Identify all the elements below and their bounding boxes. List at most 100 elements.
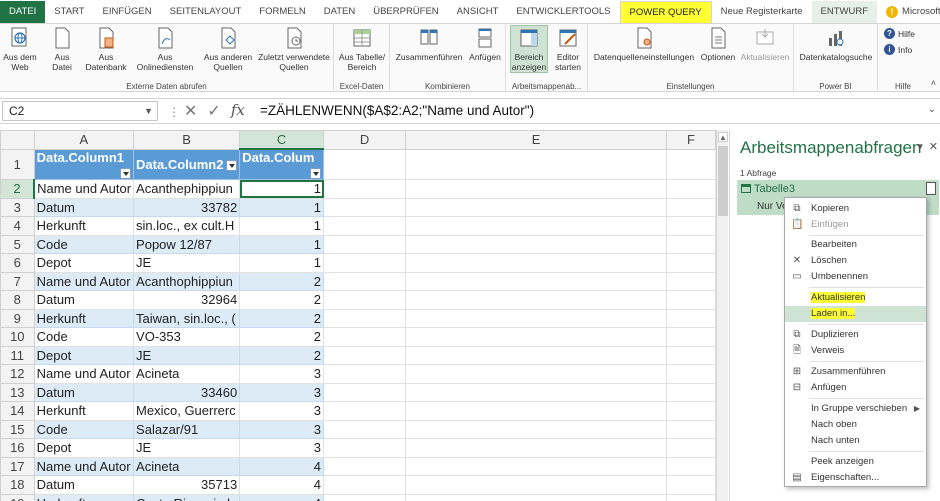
cell-c[interactable]: 2 [239,271,324,291]
cell[interactable] [405,179,667,199]
cell-b[interactable]: 33782 [133,197,241,217]
tab-start[interactable]: START [45,1,93,23]
scroll-up-icon[interactable]: ▲ [718,132,728,142]
row-header[interactable]: 5 [0,234,35,254]
column-header-f[interactable]: F [666,130,716,150]
cell-a[interactable]: Code [33,234,135,254]
cell-b[interactable]: VO-353 [133,327,241,347]
cell[interactable] [405,271,667,291]
cell[interactable] [322,271,407,291]
cell[interactable] [322,401,407,421]
merge-button[interactable]: Zusammenführen [394,26,464,62]
filter-dropdown-icon[interactable] [226,159,238,171]
menu-item-append[interactable]: ⊟ Anfügen [785,380,926,396]
cell[interactable] [405,401,667,421]
cell-a[interactable]: Name und Autor [33,271,135,291]
menu-item-copy[interactable]: ⧉ Kopieren [785,201,926,217]
cell-c[interactable]: 3 [239,382,324,402]
cell[interactable] [322,438,407,458]
options-button[interactable]: Optionen [696,26,740,62]
cell-c[interactable]: 4 [239,456,324,476]
menu-item-move-up[interactable]: Nach oben [785,417,926,433]
cell[interactable] [322,197,407,217]
cell-b[interactable]: Acineta [133,364,241,384]
cell-b[interactable]: Mexico, Guerrerc [133,401,241,421]
expand-formula-icon[interactable]: ⌄ [928,104,936,115]
cell[interactable] [405,364,667,384]
help-button[interactable]: ? Hilfe [884,28,915,39]
cell-c[interactable]: 2 [239,308,324,328]
cell-b[interactable]: 33460 [133,382,241,402]
cell[interactable] [405,456,667,476]
column-header-d[interactable]: D [322,130,407,150]
menu-item-move-to-group[interactable]: In Gruppe verschieben ▶ [785,401,926,417]
cell-c[interactable]: 3 [239,401,324,421]
from-database-button[interactable]: Aus Datenbank [80,26,132,72]
menu-item-rename[interactable]: ▭ Umbenennen [785,269,926,285]
cell[interactable] [666,308,716,328]
table-header-cell[interactable]: Data.Colum [239,148,324,180]
cell-a[interactable]: Datum [33,475,135,495]
menu-item-duplicate[interactable]: ⧉ Duplizieren [785,327,926,343]
cell-c[interactable]: 1 [239,197,324,217]
cell[interactable] [666,234,716,254]
tab-developer[interactable]: ENTWICKLERTOOLS [507,1,619,23]
worksheet-grid[interactable]: A B C D E F 1 Data.Column1 Data.Column2 … [0,130,716,501]
cell[interactable] [405,345,667,365]
select-all-corner[interactable] [0,130,35,150]
pane-options-icon[interactable]: ▾ [917,140,923,153]
menu-item-load-to[interactable]: Laden in... [785,306,926,322]
cell[interactable] [322,493,407,501]
scroll-thumb[interactable] [718,146,728,216]
from-file-button[interactable]: Aus Datei [44,26,80,72]
from-web-button[interactable]: Aus dem Web [2,26,38,72]
cell[interactable] [405,197,667,217]
cell-c[interactable]: 4 [239,493,324,501]
cell[interactable] [405,493,667,501]
cell-a[interactable]: Datum [33,290,135,310]
cell-a[interactable]: Datum [33,197,135,217]
menu-item-merge[interactable]: ⊞ Zusammenführen [785,364,926,380]
cell[interactable] [322,234,407,254]
cell-c[interactable]: 2 [239,327,324,347]
cell[interactable] [322,382,407,402]
cell[interactable] [666,148,716,180]
cell-b[interactable]: Taiwan, sin.loc., ( [133,308,241,328]
row-header[interactable]: 9 [0,308,35,328]
cell-c[interactable]: 3 [239,438,324,458]
show-pane-button[interactable]: Bereich anzeigen [510,25,548,73]
cell-c[interactable]: 2 [239,290,324,310]
cell-c[interactable]: 3 [239,419,324,439]
row-header[interactable]: 12 [0,364,35,384]
info-button[interactable]: i Info [884,44,912,55]
row-header[interactable]: 14 [0,401,35,421]
cell-b[interactable]: 32964 [133,290,241,310]
data-catalog-search-button[interactable]: Datenkatalogsuche [796,26,876,62]
cell[interactable] [666,253,716,273]
tab-page-layout[interactable]: SEITENLAYOUT [161,1,251,23]
cell[interactable] [405,475,667,495]
active-cell[interactable]: 1 [239,179,324,199]
cell-a[interactable]: Code [33,419,135,439]
insert-function-icon[interactable]: fx [231,101,245,121]
formula-input[interactable]: =ZÄHLENWENN($A$2:A2;"Name und Autor") [260,103,534,118]
cell-a[interactable]: Name und Autor [33,179,135,199]
cell[interactable] [322,419,407,439]
cell[interactable] [666,216,716,236]
menu-item-refresh[interactable]: Aktualisieren [785,290,926,306]
table-header-cell[interactable]: Data.Column1 [33,148,135,180]
cell[interactable] [405,148,667,180]
row-header[interactable]: 4 [0,216,35,236]
cell[interactable] [322,364,407,384]
append-button[interactable]: Anfügen [466,26,504,62]
confirm-icon[interactable]: ✓ [207,101,220,121]
cell[interactable] [666,327,716,347]
name-box[interactable]: C2 ▼ [2,101,158,121]
cell-c[interactable]: 3 [239,364,324,384]
collapse-ribbon-icon[interactable]: ˄ [931,78,936,88]
cell-a[interactable]: Name und Autor [33,364,135,384]
cell[interactable] [322,327,407,347]
cell[interactable] [322,308,407,328]
row-header[interactable]: 19 [0,493,35,501]
cell-b[interactable]: JE [133,253,241,273]
